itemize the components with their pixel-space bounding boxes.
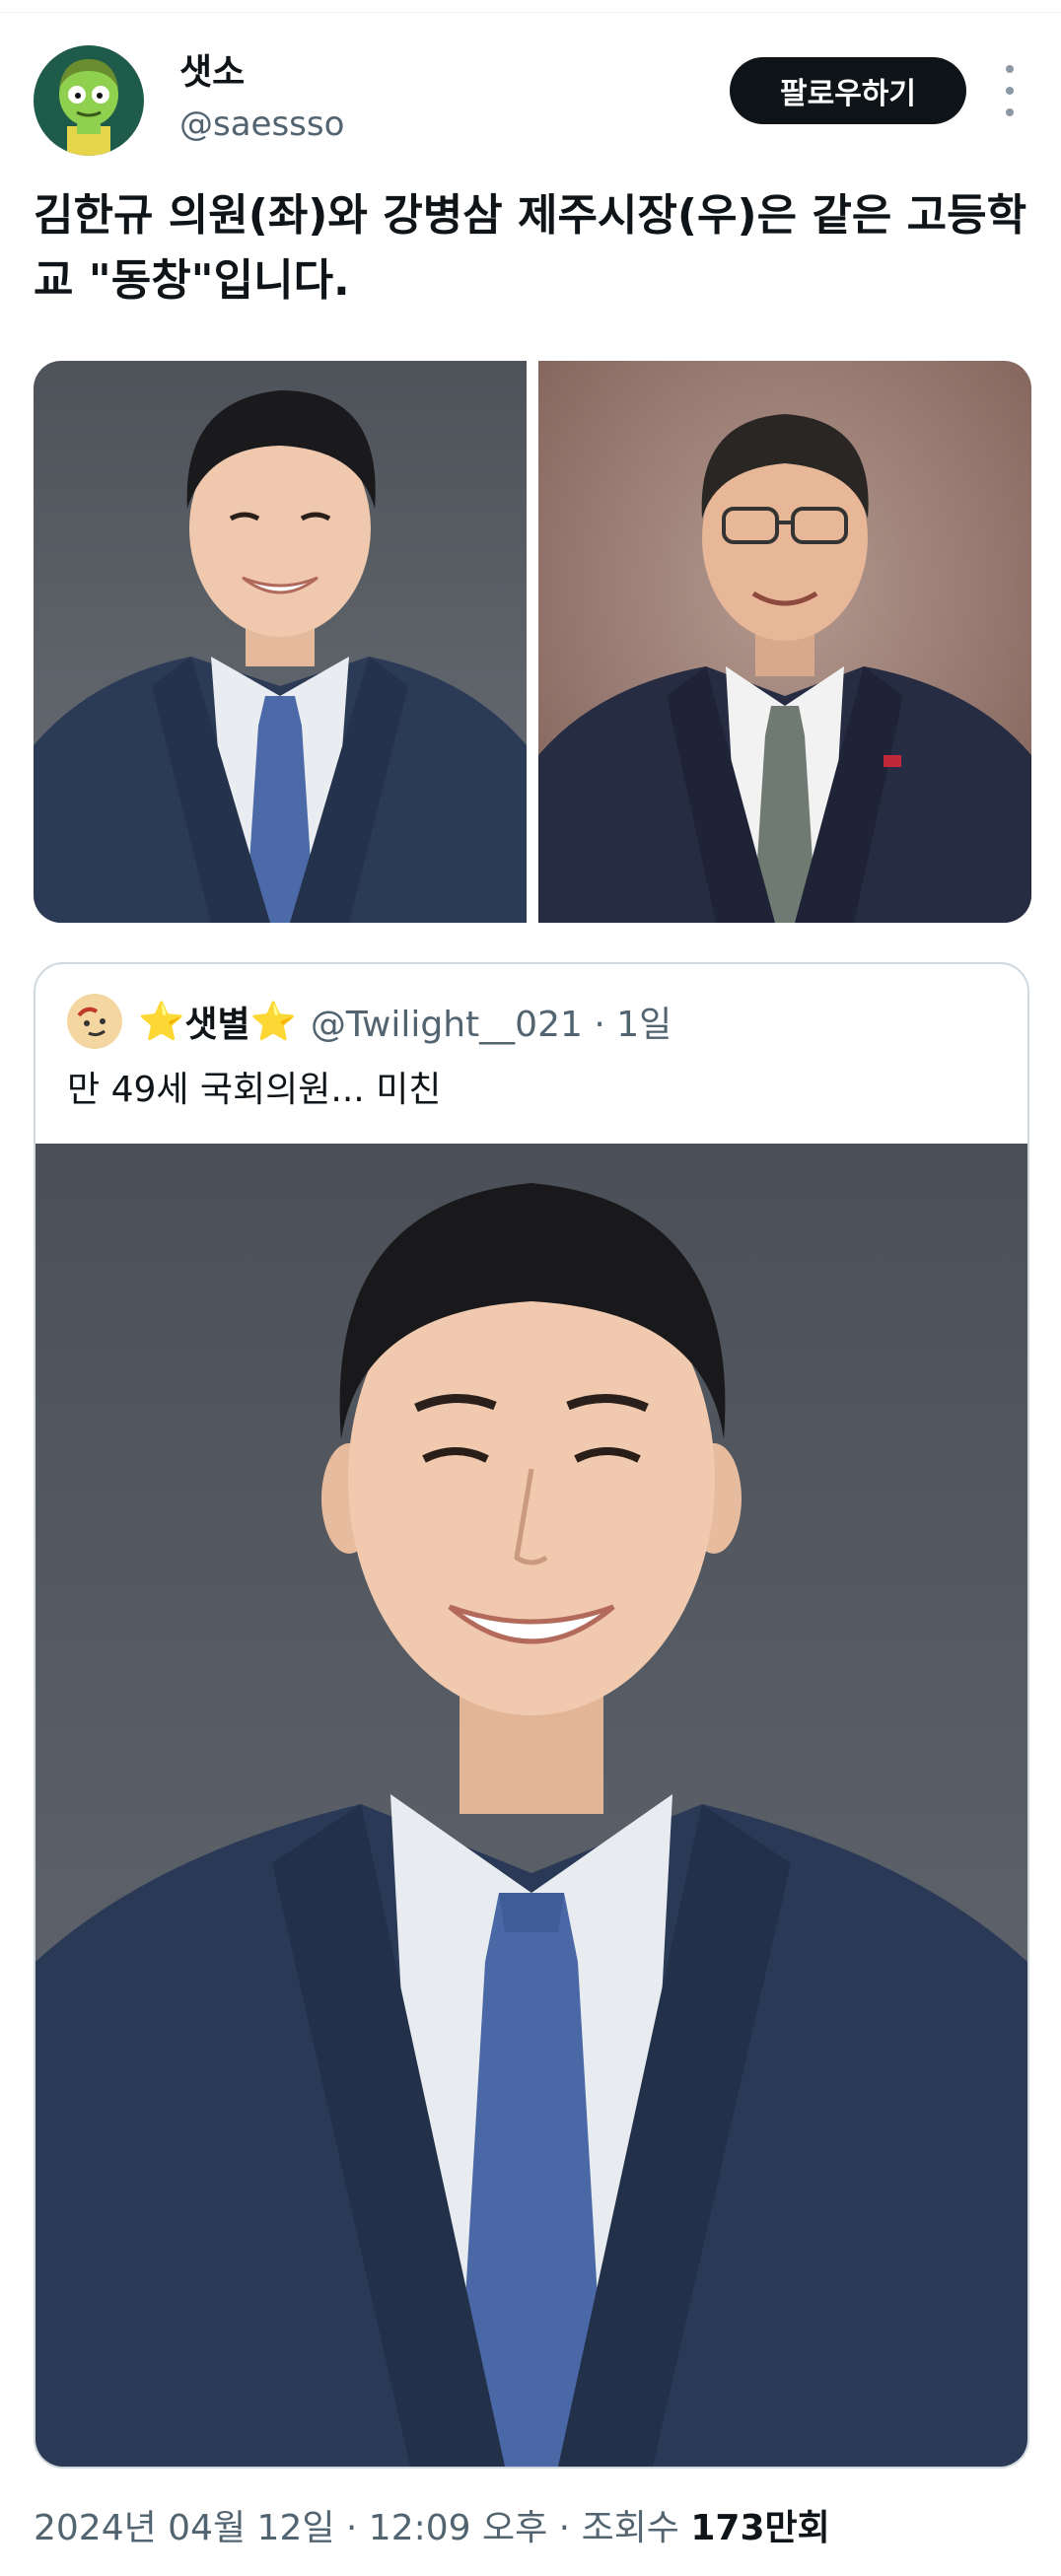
quote-media-photo[interactable] <box>35 1144 1027 2467</box>
quote-tweet-card[interactable]: ⭐ 샛별 ⭐ @Twilight__021 · 1일 만 49세 국회의원...… <box>34 962 1029 2469</box>
more-vertical-icon[interactable] <box>994 65 1026 116</box>
author-display-name[interactable]: 샛소 <box>179 51 245 95</box>
tweet-meta-line: 2024년 04월 12일 · 12:09 오후 · 조회수 173만회 <box>34 2504 830 2553</box>
more-dot <box>1006 108 1014 116</box>
portrait-older-man-glasses-photo <box>538 361 1031 923</box>
tweet-media-grid <box>34 361 1031 923</box>
more-dot <box>1006 87 1014 95</box>
quote-author-name-text: 샛별 <box>184 1005 250 1045</box>
views-count: 173만회 <box>690 2508 830 2548</box>
portrait-man-suit-photo <box>34 361 527 923</box>
tweet-timestamp[interactable]: 2024년 04월 12일 · 12:09 오후 · 조회수 <box>34 2508 690 2548</box>
tweet-text: 김한규 의원(좌)와 강병삼 제주시장(우)은 같은 고등학교 "동창"입니다. <box>34 190 1027 306</box>
media-photo-right[interactable] <box>538 361 1031 923</box>
author-avatar[interactable] <box>34 45 144 156</box>
quote-handle-time: @Twilight__021 · 1일 <box>310 1005 672 1045</box>
star-emoji-icon: ⭐ <box>249 999 297 1043</box>
follow-button[interactable]: 팔로우하기 <box>730 57 966 124</box>
portrait-man-suit-large-photo <box>35 1144 1027 2467</box>
media-photo-left[interactable] <box>34 361 527 923</box>
quote-author-name[interactable]: ⭐ 샛별 ⭐ <box>138 996 297 1047</box>
top-divider <box>0 0 1061 13</box>
star-emoji-icon: ⭐ <box>138 999 185 1043</box>
zombie-avatar-icon <box>34 45 144 156</box>
author-handle[interactable]: @saessso <box>179 103 344 146</box>
more-dot <box>1006 65 1014 73</box>
quote-text: 만 49세 국회의원... 미친 <box>67 1070 442 1110</box>
quote-author-avatar[interactable] <box>67 994 122 1049</box>
quote-header: ⭐ 샛별 ⭐ @Twilight__021 · 1일 <box>67 994 672 1049</box>
cartoon-face-avatar-icon <box>67 994 122 1049</box>
